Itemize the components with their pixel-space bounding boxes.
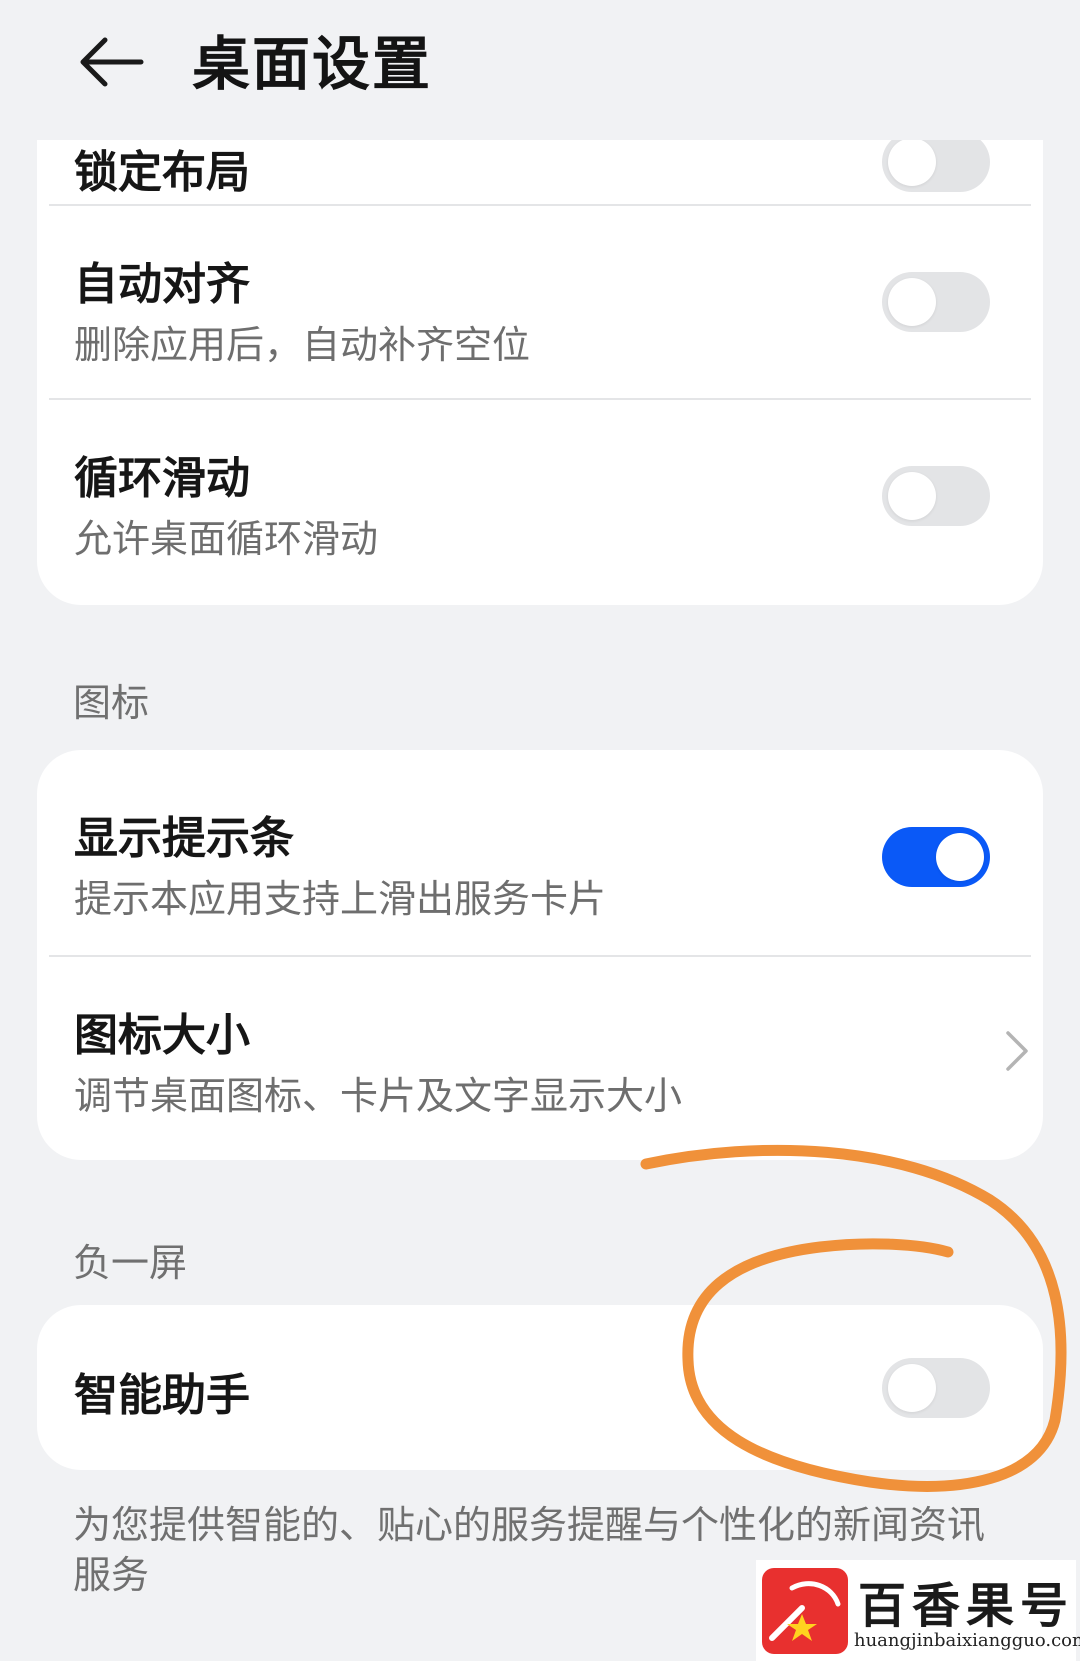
smart-assistant-toggle[interactable] — [882, 1358, 990, 1418]
lock-layout-title: 锁定布局 — [74, 147, 250, 198]
watermark-url: huangjinbaixiangguo.com — [854, 1630, 1080, 1651]
smart-assistant-title: 智能助手 — [74, 1370, 250, 1421]
watermark-name: 百香果号 — [858, 1578, 1075, 1634]
show-hint-bar-title: 显示提示条 — [74, 813, 294, 864]
icon-size-subtitle: 调节桌面图标、卡片及文字显示大小 — [74, 1074, 683, 1118]
back-button[interactable] — [60, 22, 160, 102]
loop-scroll-toggle[interactable] — [882, 466, 990, 526]
watermark-logo-icon — [762, 1568, 848, 1654]
watermark: 百香果号 huangjinbaixiangguo.com — [756, 1560, 1080, 1661]
section-label-minus-one-screen: 负一屏 — [73, 1241, 188, 1285]
chevron-right-icon — [1006, 1031, 1028, 1071]
title-bar: 桌面设置 — [0, 0, 1080, 140]
show-hint-bar-subtitle: 提示本应用支持上滑出服务卡片 — [74, 877, 607, 921]
page-title: 桌面设置 — [192, 30, 433, 98]
section-label-icons: 图标 — [73, 681, 150, 725]
auto-align-toggle[interactable] — [882, 272, 990, 332]
layout-settings-card: 锁定布局 自动对齐 删除应用后，自动补齐空位 循环滑动 允许桌面循环滑动 — [37, 60, 1043, 605]
minus-one-screen-card: 智能助手 — [37, 1305, 1043, 1470]
smart-assistant-row[interactable]: 智能助手 — [37, 1305, 1043, 1470]
icon-size-title: 图标大小 — [74, 1010, 250, 1061]
auto-align-subtitle: 删除应用后，自动补齐空位 — [74, 323, 531, 367]
lock-layout-toggle[interactable] — [882, 132, 990, 192]
loop-scroll-title: 循环滑动 — [74, 453, 250, 504]
icon-size-row[interactable]: 图标大小 调节桌面图标、卡片及文字显示大小 — [37, 957, 1043, 1160]
auto-align-row[interactable]: 自动对齐 删除应用后，自动补齐空位 — [37, 206, 1043, 399]
loop-scroll-row[interactable]: 循环滑动 允许桌面循环滑动 — [37, 400, 1043, 605]
back-arrow-icon — [80, 37, 144, 87]
loop-scroll-subtitle: 允许桌面循环滑动 — [74, 517, 379, 561]
icons-card: 显示提示条 提示本应用支持上滑出服务卡片 图标大小 调节桌面图标、卡片及文字显示… — [37, 750, 1043, 1160]
show-hint-bar-toggle[interactable] — [882, 827, 990, 887]
auto-align-title: 自动对齐 — [74, 259, 250, 310]
show-hint-bar-row[interactable]: 显示提示条 提示本应用支持上滑出服务卡片 — [37, 750, 1043, 955]
